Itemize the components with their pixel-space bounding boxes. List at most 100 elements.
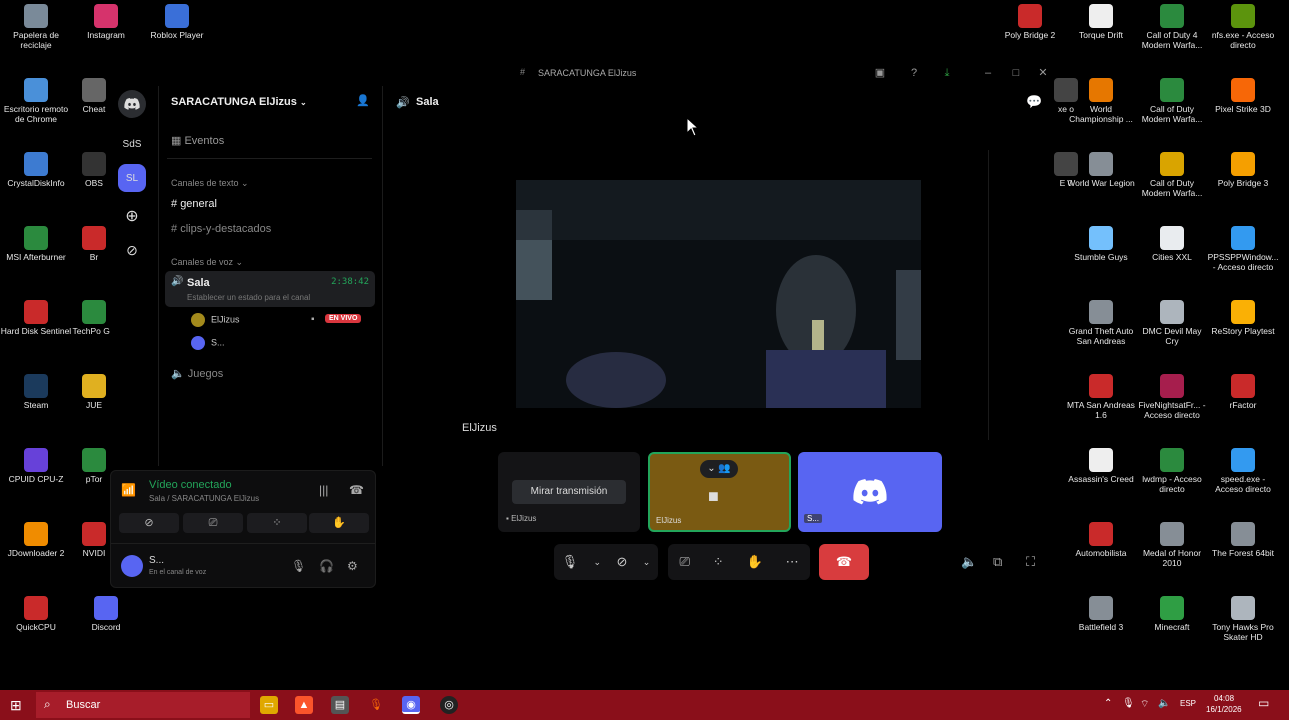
chat-icon[interactable]: 💬 bbox=[1026, 94, 1042, 110]
screen-share-button[interactable]: ⎚ bbox=[183, 513, 243, 533]
desktop-icon[interactable]: speed.exe - Acceso directo bbox=[1207, 448, 1279, 494]
desktop-icon[interactable]: ReStory Playtest bbox=[1207, 300, 1279, 336]
close-button[interactable]: ✕ bbox=[1035, 65, 1051, 81]
notifications-icon[interactable]: ▭ bbox=[1258, 696, 1269, 710]
desktop-icon[interactable]: Assassin's Creed bbox=[1065, 448, 1137, 484]
mic-icon[interactable]: 🎙 bbox=[562, 554, 579, 570]
desktop-icon[interactable]: Call of Duty Modern Warfa... bbox=[1136, 152, 1208, 198]
desktop-icon[interactable]: Battlefield 3 bbox=[1065, 596, 1137, 632]
desktop-icon[interactable]: Pixel Strike 3D bbox=[1207, 78, 1279, 114]
desktop-icon[interactable]: PPSSPPWindow... - Acceso directo bbox=[1207, 226, 1279, 272]
more-icon[interactable]: ⋯ bbox=[786, 554, 799, 570]
help-icon[interactable]: ? bbox=[906, 65, 922, 81]
brave-icon[interactable]: ▲ bbox=[295, 696, 313, 714]
voice-user-eljizus[interactable]: ElJizus bbox=[191, 313, 240, 327]
volume-icon[interactable]: 🔈 bbox=[961, 554, 977, 570]
language-indicator[interactable]: ESP bbox=[1180, 699, 1196, 708]
network-icon[interactable]: ⌔ bbox=[1140, 698, 1149, 711]
desktop-icon[interactable]: Papelera de reciclaje bbox=[0, 4, 72, 50]
clock-time[interactable]: 04:08 bbox=[1214, 694, 1234, 703]
download-icon[interactable]: ⤓ bbox=[939, 65, 955, 81]
chevron-down-icon[interactable]: ⌄ 👥 bbox=[700, 460, 738, 478]
discord-home-icon[interactable] bbox=[118, 90, 146, 118]
stream-tile[interactable]: Mirar transmisión ▪ ElJizus bbox=[498, 452, 640, 532]
server-name[interactable]: SARACATUNGA ElJizus ⌄ bbox=[171, 96, 307, 108]
voice-status[interactable]: Establecer un estado para el canal bbox=[187, 293, 310, 302]
soundboard-icon[interactable]: ✋ bbox=[747, 554, 763, 570]
invite-icon[interactable]: 👤 bbox=[356, 94, 370, 107]
explore-icon[interactable]: ⊘ bbox=[118, 236, 146, 264]
desktop-icon[interactable]: DMC Devil May Cry bbox=[1136, 300, 1208, 346]
user-tile[interactable]: S... bbox=[798, 452, 942, 532]
desktop-icon[interactable]: nfs.exe - Acceso directo bbox=[1207, 4, 1279, 50]
mic-tray-icon[interactable]: 🎙 bbox=[1122, 698, 1135, 709]
desktop-icon[interactable]: Poly Bridge 2 bbox=[994, 4, 1066, 40]
minimize-button[interactable]: – bbox=[980, 65, 996, 81]
desktop-icon[interactable]: Tony Hawks Pro Skater HD bbox=[1207, 596, 1279, 642]
disconnect-icon[interactable]: ☎ bbox=[349, 483, 364, 497]
desktop-icon[interactable]: Automobilista bbox=[1065, 522, 1137, 558]
screen-share-icon[interactable]: ⎚ bbox=[679, 554, 689, 570]
desktop-icon[interactable]: Torque Drift bbox=[1065, 4, 1137, 40]
soundboard-button[interactable]: ✋ bbox=[309, 513, 369, 533]
voice-user-s[interactable]: S... bbox=[191, 336, 225, 350]
activities-icon[interactable]: ⁘ bbox=[713, 554, 724, 570]
desktop-icon[interactable]: The Forest 64bit bbox=[1207, 522, 1279, 558]
server-sl-icon[interactable]: SL bbox=[118, 164, 146, 192]
desktop-icon[interactable]: Cities XXL bbox=[1136, 226, 1208, 262]
camera-toggle-button[interactable]: ⊘ bbox=[119, 513, 179, 533]
desktop-icon[interactable]: Minecraft bbox=[1136, 596, 1208, 632]
obs-taskbar-icon[interactable]: ◎ bbox=[440, 696, 458, 714]
add-server-icon[interactable]: ⊕ bbox=[118, 202, 146, 230]
channel-clips[interactable]: # clips-y-destacados bbox=[171, 223, 271, 235]
desktop-icon[interactable]: Call of Duty Modern Warfa... bbox=[1136, 78, 1208, 124]
desktop-icon[interactable]: Medal of Honor 2010 bbox=[1136, 522, 1208, 568]
fullscreen-icon[interactable]: ⛶ bbox=[1026, 554, 1035, 570]
desktop-icon[interactable]: Grand Theft Auto San Andreas bbox=[1065, 300, 1137, 346]
maximize-button[interactable]: □ bbox=[1008, 65, 1024, 81]
events-item[interactable]: ▦ Eventos bbox=[171, 134, 224, 147]
desktop-icon[interactable]: Roblox Player bbox=[141, 4, 213, 40]
desktop-icon[interactable]: World Championship ... bbox=[1065, 78, 1137, 124]
voice-channel-juegos[interactable]: 🔈 Juegos bbox=[171, 367, 223, 380]
volume-tray-icon[interactable]: 🔈 bbox=[1158, 698, 1170, 709]
channel-general[interactable]: # general bbox=[171, 198, 217, 210]
desktop-icon[interactable]: Call of Duty 4 Modern Warfa... bbox=[1136, 4, 1208, 50]
desktop-icon[interactable]: Poly Bridge 3 bbox=[1207, 152, 1279, 188]
activities-button[interactable]: ⁘ bbox=[247, 513, 307, 533]
connection-location[interactable]: Sala / SARACATUNGA ElJizus bbox=[149, 494, 259, 503]
taskbar-search[interactable]: ⌕ Buscar bbox=[36, 692, 250, 718]
chevron-down-icon[interactable]: ⌄ bbox=[594, 557, 602, 568]
hangup-button[interactable]: ☎ bbox=[819, 544, 869, 580]
desktop-icon[interactable]: FiveNightsatFr... - Acceso directo bbox=[1136, 374, 1208, 420]
text-category[interactable]: Canales de texto ⌄ bbox=[171, 178, 249, 189]
noise-icon[interactable]: ||| bbox=[319, 483, 328, 497]
watch-stream-button[interactable]: Mirar transmisión bbox=[512, 480, 626, 504]
voice-category[interactable]: Canales de voz ⌄ bbox=[171, 257, 243, 268]
server-sds-icon[interactable]: SdS bbox=[118, 130, 146, 158]
clock-date[interactable]: 16/1/2026 bbox=[1206, 705, 1242, 714]
desktop-icon[interactable]: World War Legion bbox=[1065, 152, 1137, 188]
desktop-icon[interactable]: QuickCPU bbox=[0, 596, 72, 632]
settings-icon[interactable]: ⚙ bbox=[347, 559, 358, 573]
desktop-icon[interactable]: Discord bbox=[70, 596, 142, 632]
voice-channel-sala[interactable]: 🔊 Sala 2:38:42 Establecer un estado para… bbox=[165, 271, 375, 307]
desktop-icon[interactable]: MTA San Andreas 1.6 bbox=[1065, 374, 1137, 420]
popout-icon[interactable]: ⧉ bbox=[993, 554, 1002, 570]
user-avatar[interactable] bbox=[121, 555, 143, 577]
chevron-up-icon[interactable]: ⌃ bbox=[1104, 698, 1112, 709]
desktop-icon[interactable]: Stumble Guys bbox=[1065, 226, 1137, 262]
camera-off-icon[interactable]: ⊘ bbox=[616, 554, 627, 570]
mic-icon[interactable]: 🎙 bbox=[291, 559, 306, 573]
app-icon[interactable]: ▤ bbox=[331, 696, 349, 714]
camera-tile[interactable]: ⌄ 👥 ■ ElJizus bbox=[648, 452, 791, 532]
chevron-down-icon[interactable]: ⌄ bbox=[643, 557, 651, 568]
headphones-icon[interactable]: 🎧 bbox=[319, 559, 334, 573]
desktop-icon[interactable]: rFactor bbox=[1207, 374, 1279, 410]
discord-taskbar-icon[interactable]: ◉ bbox=[402, 696, 420, 714]
mic-app-icon[interactable]: 🎙 bbox=[367, 696, 385, 714]
main-stream-video[interactable] bbox=[516, 180, 921, 408]
inbox-icon[interactable]: ▣ bbox=[872, 65, 888, 81]
file-explorer-icon[interactable]: ▭ bbox=[260, 696, 278, 714]
desktop-icon[interactable]: Instagram bbox=[70, 4, 142, 40]
